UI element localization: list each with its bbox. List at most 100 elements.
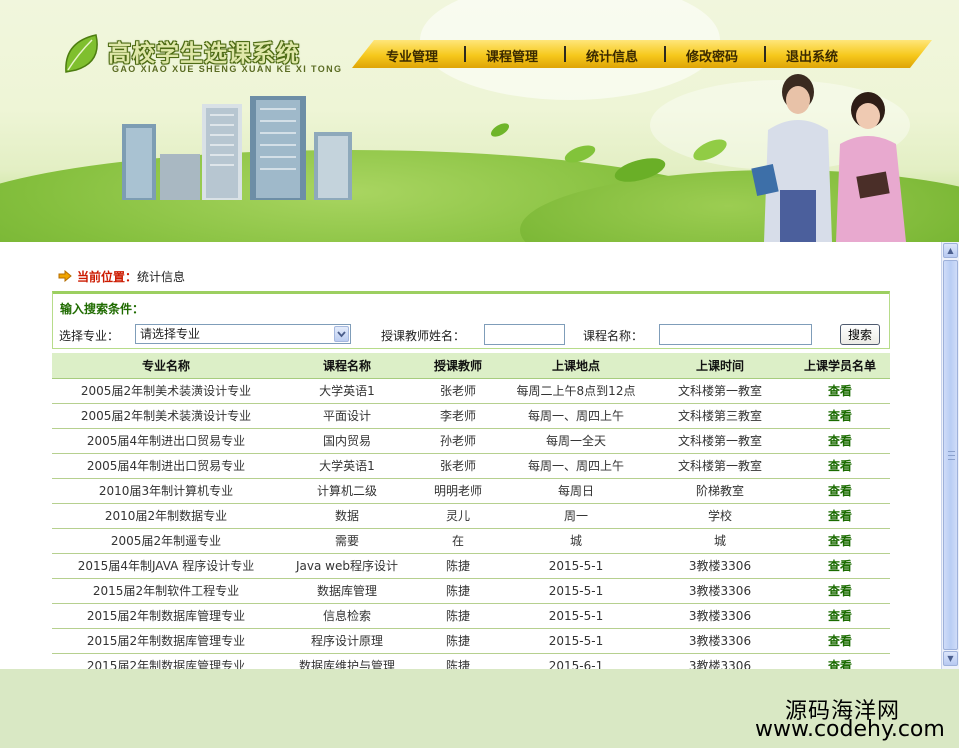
view-students-link[interactable]: 查看 [790,578,890,604]
view-students-link[interactable]: 查看 [790,503,890,529]
column-header-major: 专业名称 [52,353,280,379]
breadcrumb-current: 统计信息 [137,270,186,284]
table-row: 2005届4年制进出口贸易专业 国内贸易 孙老师 每周一全天 文科楼第一教室 查看 [52,428,890,454]
cell-time: 文科楼第三教室 [650,403,790,429]
cell-time: 3教楼3306 [650,653,790,669]
leaf-logo-icon [65,34,98,73]
cell-course: Java web程序设计 [280,553,414,579]
scrollbar-thumb[interactable] [943,260,958,650]
table-row: 2010届2年制数据专业 数据 灵儿 周一 学校 查看 [52,503,890,529]
cell-location: 每周一、周四上午 [502,453,650,479]
cell-course: 大学英语1 [280,453,414,479]
cell-course: 平面设计 [280,403,414,429]
column-header-course: 课程名称 [280,353,414,379]
scroll-up-button[interactable]: ▲ [943,243,958,258]
cell-location: 2015-5-1 [502,553,650,579]
statistics-table: 专业名称 课程名称 授课教师 上课地点 上课时间 上课学员名单 2005届2年制… [52,353,890,669]
view-students-link[interactable]: 查看 [790,478,890,504]
scroll-down-button[interactable]: ▼ [943,651,958,666]
teacher-name-input[interactable] [484,324,565,345]
cell-location: 2015-5-1 [502,603,650,629]
view-students-link[interactable]: 查看 [790,653,890,669]
cell-teacher: 陈捷 [414,578,502,604]
cell-location: 城 [502,528,650,554]
view-students-link[interactable]: 查看 [790,528,890,554]
app-logo: 高校学生选课系统 GAO XIAO XUE SHENG XUAN KE XI T… [62,32,341,78]
cell-teacher: 李老师 [414,403,502,429]
table-row: 2015届2年制数据库管理专业 信息检索 陈捷 2015-5-1 3教楼3306 查看 [52,603,890,629]
table-row: 2005届4年制进出口贸易专业 大学英语1 张老师 每周一、周四上午 文科楼第一教室 查看 [52,453,890,479]
cell-location: 周一 [502,503,650,529]
view-students-link[interactable]: 查看 [790,428,890,454]
course-name-input[interactable] [659,324,812,345]
cell-teacher: 孙老师 [414,428,502,454]
cell-location: 每周二上午8点到12点 [502,378,650,404]
vertical-scrollbar[interactable]: ▲ ▼ [941,242,959,669]
view-students-link[interactable]: 查看 [790,628,890,654]
column-header-teacher: 授课教师 [414,353,502,379]
nav-item-major-management[interactable]: 专业管理 [386,46,438,65]
cell-teacher: 张老师 [414,453,502,479]
nav-item-logout[interactable]: 退出系统 [786,46,838,65]
cell-time: 文科楼第一教室 [650,428,790,454]
cell-course: 程序设计原理 [280,628,414,654]
city-buildings-illustration [122,96,352,200]
nav-separator [764,46,766,62]
cell-major: 2015届2年制数据库管理专业 [52,628,280,654]
breadcrumb-label: 当前位置： [77,270,138,284]
cell-time: 文科楼第一教室 [650,453,790,479]
cell-course: 计算机二级 [280,478,414,504]
search-button[interactable]: 搜索 [840,324,880,345]
cell-time: 3教楼3306 [650,628,790,654]
footer: 源码海洋网 www.codehy.com [0,669,959,748]
cell-teacher: 陈捷 [414,628,502,654]
table-row: 2015届2年制数据库管理专业 数据库维护与管理 陈捷 2015-6-1 3教楼3306… [52,653,890,669]
chevron-down-icon [337,331,346,338]
cell-course: 信息检索 [280,603,414,629]
scrollbar-grip [948,451,955,460]
search-panel-title: 输入搜索条件： [60,302,145,316]
cell-location: 每周日 [502,478,650,504]
cell-time: 3教楼3306 [650,578,790,604]
view-students-link[interactable]: 查看 [790,553,890,579]
view-students-link[interactable]: 查看 [790,603,890,629]
flying-leaves-illustration [490,123,727,182]
nav-item-course-management[interactable]: 课程管理 [486,46,538,65]
cell-major: 2005届2年制美术装潢设计专业 [52,403,280,429]
cell-location: 2015-5-1 [502,628,650,654]
top-navigation: 专业管理 课程管理 统计信息 修改密码 退出系统 [352,40,932,68]
cell-teacher: 在 [414,528,502,554]
course-name-label: 课程名称： [583,329,644,343]
table-body: 2005届2年制美术装潢设计专业 大学英语1 张老师 每周二上午8点到12点 文科楼第一… [52,378,890,669]
nav-separator [564,46,566,62]
cell-teacher: 陈捷 [414,653,502,669]
column-header-time: 上课时间 [650,353,790,379]
cell-major: 2015届2年制软件工程专业 [52,578,280,604]
view-students-link[interactable]: 查看 [790,378,890,404]
cell-major: 2015届2年制数据库管理专业 [52,603,280,629]
cell-teacher: 陈捷 [414,553,502,579]
table-header-row: 专业名称 课程名称 授课教师 上课地点 上课时间 上课学员名单 [52,353,890,379]
major-select[interactable]: 请选择专业 [135,324,351,344]
cell-course: 需要 [280,528,414,554]
nav-item-change-password[interactable]: 修改密码 [686,46,738,65]
cell-course: 数据 [280,503,414,529]
nav-item-statistics[interactable]: 统计信息 [586,46,638,65]
table-row: 2005届2年制美术装潢设计专业 大学英语1 张老师 每周二上午8点到12点 文科楼第一… [52,378,890,404]
major-select-dropdown[interactable] [334,326,349,342]
cell-major: 2005届4年制进出口贸易专业 [52,453,280,479]
cell-location: 2015-6-1 [502,653,650,669]
view-students-link[interactable]: 查看 [790,453,890,479]
cell-course: 数据库管理 [280,578,414,604]
cell-location: 每周一、周四上午 [502,403,650,429]
view-students-link[interactable]: 查看 [790,403,890,429]
cell-teacher: 明明老师 [414,478,502,504]
table-row: 2015届2年制数据库管理专业 程序设计原理 陈捷 2015-5-1 3教楼3306 查看 [52,628,890,654]
cell-major: 2005届4年制进出口贸易专业 [52,428,280,454]
column-header-location: 上课地点 [502,353,650,379]
cell-time: 3教楼3306 [650,603,790,629]
watermark-site-url: www.codehy.com [755,717,945,742]
major-select-value: 请选择专业 [140,327,201,341]
cell-course: 大学英语1 [280,378,414,404]
cell-major: 2015届2年制数据库管理专业 [52,653,280,669]
